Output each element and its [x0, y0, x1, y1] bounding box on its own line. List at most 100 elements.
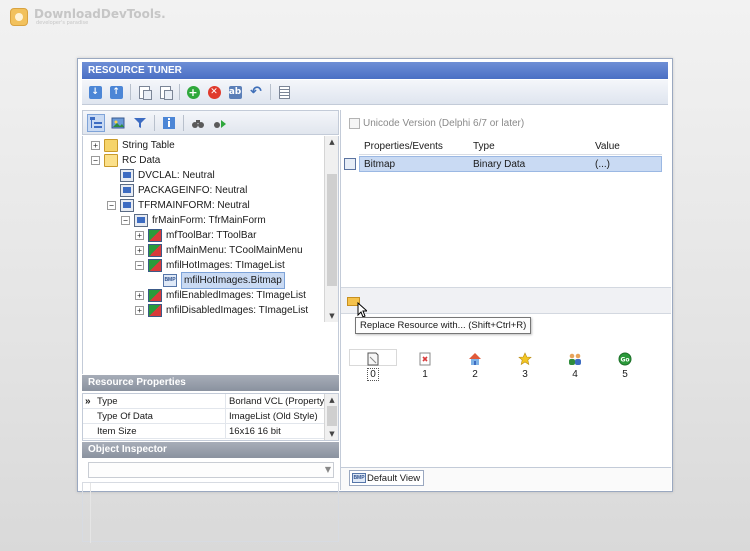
expander-icon[interactable]: +	[135, 246, 144, 255]
tree-item-label: mfilDisabledImages: TImageList	[166, 305, 309, 316]
chevron-down-icon[interactable]: ▼	[325, 463, 331, 477]
undo-icon[interactable]: ↶	[248, 84, 264, 100]
tree-scrollbar[interactable]: ▲ ▼	[324, 136, 338, 322]
info-icon[interactable]	[160, 114, 178, 132]
expander-icon[interactable]: −	[135, 261, 144, 270]
image-index: 2	[472, 369, 478, 380]
watermark: DownloadDevTools. developer's paradise	[10, 8, 166, 26]
unicode-checkbox[interactable]	[349, 118, 360, 129]
arrow-down-icon[interactable]: ↓	[87, 84, 103, 100]
right-pane: Unicode Version (Delphi 6/7 or later) Pr…	[340, 110, 671, 490]
properties-scrollbar[interactable]: ▲ ▼	[324, 394, 338, 440]
tab-label: Default View	[367, 472, 421, 484]
form-icon	[120, 199, 134, 212]
toolbar-separator	[179, 84, 180, 100]
image-icon[interactable]	[109, 114, 127, 132]
scroll-thumb[interactable]	[327, 406, 337, 426]
folder-open-icon	[104, 154, 118, 167]
unicode-option[interactable]: Unicode Version (Delphi 6/7 or later)	[349, 118, 524, 129]
tree-view-icon[interactable]	[87, 113, 105, 132]
property-row[interactable]: Item Size 16x16 16 bit	[83, 424, 326, 439]
find-icon[interactable]	[189, 114, 207, 132]
expander-icon[interactable]: −	[91, 156, 100, 165]
property-key: Type Of Data	[97, 411, 153, 422]
image-cell[interactable]: 2	[455, 347, 495, 387]
expander-icon[interactable]: −	[107, 201, 116, 210]
tab-default-view[interactable]: BMP Default View	[349, 470, 425, 486]
tree-item-label: DVCLAL: Neutral	[138, 170, 215, 181]
tree-item-mftoolbar[interactable]: + mfToolBar: TToolBar	[135, 228, 256, 243]
tree-item-label: mfilHotImages: TImageList	[166, 260, 285, 271]
image-cell[interactable]: 4	[555, 347, 595, 387]
expander-icon[interactable]: +	[91, 141, 100, 150]
table-row[interactable]: Bitmap Binary Data (...)	[359, 156, 662, 172]
filter-icon[interactable]	[131, 114, 149, 132]
property-key: Item Size	[97, 426, 137, 437]
tree-item-frmainform[interactable]: − frMainForm: TfrMainForm	[121, 213, 266, 228]
tree-item-mfilhotimages[interactable]: − mfilHotImages: TImageList	[135, 258, 285, 273]
expander-icon[interactable]: +	[135, 306, 144, 315]
object-inspector-area	[82, 482, 339, 543]
image-cell[interactable]: Go 5	[605, 347, 645, 387]
image-cell[interactable]: 3	[505, 347, 545, 387]
image-index: 4	[572, 369, 578, 380]
tree-item-tfrmainform[interactable]: − TFRMAINFORM: Neutral	[107, 198, 250, 213]
cell-name: Bitmap	[364, 159, 396, 170]
arrow-up-icon[interactable]: ↑	[108, 84, 124, 100]
scroll-down-icon[interactable]: ▼	[325, 310, 338, 322]
scroll-down-icon[interactable]: ▼	[325, 428, 338, 440]
package-icon	[120, 184, 134, 197]
expander-icon[interactable]: +	[135, 291, 144, 300]
tree-item-mfildisabledimages[interactable]: + mfilDisabledImages: TImageList	[135, 303, 308, 318]
image-index: 3	[522, 369, 528, 380]
property-key: Type	[97, 396, 118, 407]
blank-page-icon	[367, 352, 379, 366]
component-icon	[148, 259, 162, 272]
column-header[interactable]: Type	[473, 139, 495, 155]
image-cell[interactable]: 1	[405, 347, 445, 387]
properties-icon[interactable]	[276, 84, 292, 100]
cell-value[interactable]: (...)	[595, 157, 610, 173]
image-index: 1	[422, 369, 428, 380]
tree-item-dvclal[interactable]: DVCLAL: Neutral	[120, 168, 215, 183]
left-pane: + String Table − RC Data DVCLAL: Neutral…	[82, 110, 339, 543]
add-icon[interactable]: +	[185, 84, 201, 100]
property-row[interactable]: Type Of Data ImageList (Old Style)	[83, 409, 326, 424]
delete-icon[interactable]: ✕	[206, 84, 222, 100]
tree-item-label: PACKAGEINFO: Neutral	[138, 185, 248, 196]
find-next-icon[interactable]	[211, 114, 229, 132]
toolbar-separator	[130, 84, 131, 100]
cell-type: Binary Data	[473, 159, 526, 170]
mouse-cursor-icon	[357, 302, 367, 318]
bitmap-icon: BMP	[163, 274, 177, 287]
paste-icon[interactable]	[157, 84, 173, 100]
properties-table: Properties/Events Type Value Bitmap Bina…	[344, 139, 662, 173]
expander-icon[interactable]: −	[121, 216, 130, 225]
bitmap-property-icon	[344, 158, 356, 170]
image-index: 0	[349, 368, 397, 381]
tree-item-mfilhotimages-bitmap[interactable]: BMP mfilHotImages.Bitmap	[163, 272, 285, 289]
app-window: RESOURCE TUNER ↓ ↑ + ✕ ab ↶ + String Tab…	[77, 58, 673, 543]
tree-item-packageinfo[interactable]: PACKAGEINFO: Neutral	[120, 183, 247, 198]
tree-item-string-table[interactable]: + String Table	[91, 138, 175, 153]
component-icon	[148, 229, 162, 242]
property-row[interactable]: » Type Borland VCL (Property)	[83, 394, 326, 409]
scroll-up-icon[interactable]: ▲	[325, 394, 338, 406]
go-icon: Go	[618, 352, 632, 366]
svg-text:Go: Go	[620, 357, 629, 364]
tree-item-label: RC Data	[122, 155, 161, 166]
rename-icon[interactable]: ab	[227, 84, 243, 100]
tree-item-mfilenabledimages[interactable]: + mfilEnabledImages: TImageList	[135, 288, 306, 303]
tree-item-label: mfMainMenu: TCoolMainMenu	[166, 245, 303, 256]
copy-icon[interactable]	[136, 84, 152, 100]
expander-icon[interactable]: +	[135, 231, 144, 240]
object-inspector-combo[interactable]: ▼	[88, 462, 334, 478]
tree-item-rc-data[interactable]: − RC Data	[91, 153, 160, 168]
scroll-up-icon[interactable]: ▲	[325, 136, 338, 148]
column-header[interactable]: Value	[595, 139, 620, 155]
image-cell[interactable]: 0	[349, 347, 397, 387]
scroll-thumb[interactable]	[327, 174, 337, 286]
column-header[interactable]: Properties/Events	[364, 139, 443, 155]
resource-icon	[120, 169, 134, 182]
tree-item-mfmainmenu[interactable]: + mfMainMenu: TCoolMainMenu	[135, 243, 303, 258]
